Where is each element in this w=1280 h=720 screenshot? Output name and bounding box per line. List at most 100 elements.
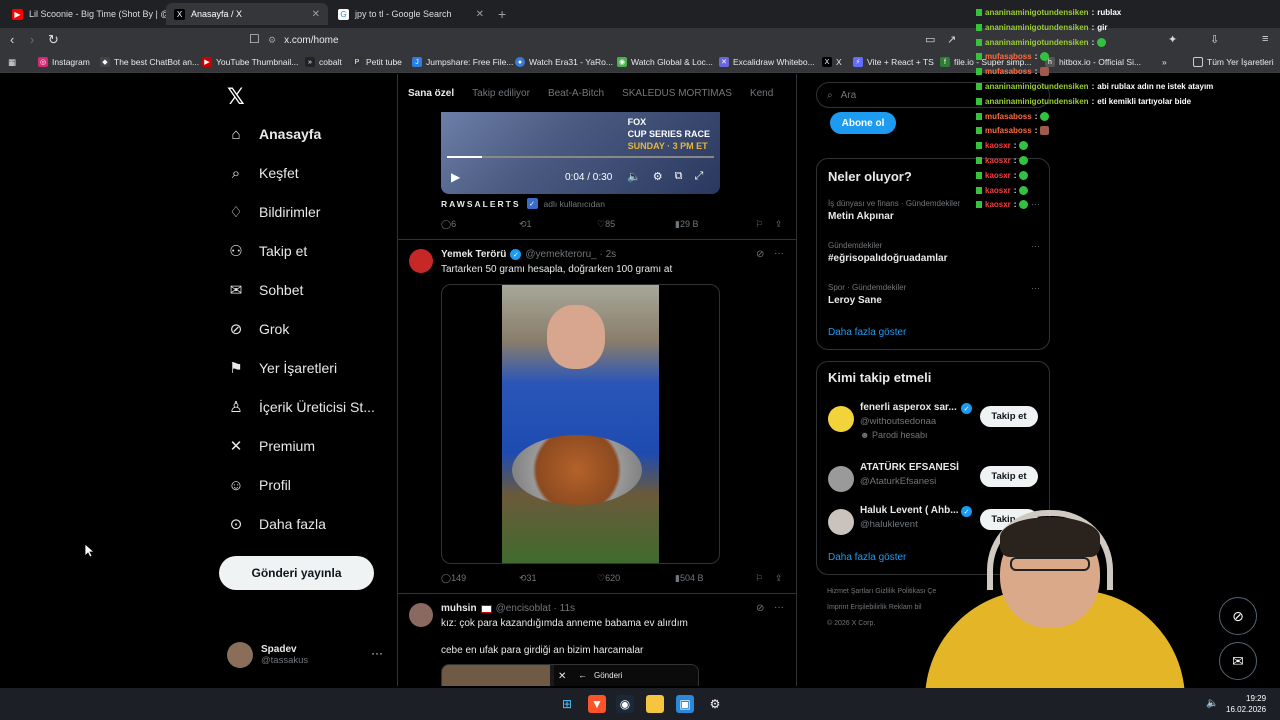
bookmark-petit-tube[interactable]: P Petit tube — [352, 57, 402, 67]
avatar[interactable] — [409, 603, 433, 627]
site-info-icon[interactable]: ⚙ — [268, 35, 276, 46]
volume-icon[interactable]: 🔈 — [627, 170, 641, 183]
grok-icon[interactable]: ⊘ — [756, 603, 764, 614]
more-options-icon[interactable]: ··· — [371, 646, 383, 660]
bookmark-instagram[interactable]: ◎ Instagram — [38, 57, 90, 67]
downloads-icon[interactable]: ⇩ — [1210, 33, 1219, 46]
nav-item-more[interactable]: ⊙ Daha fazla — [227, 515, 326, 533]
nav-item-profile[interactable]: ☺ Profil — [227, 476, 291, 494]
bookmark-excalidraw[interactable]: ✕ Excalidraw Whitebo... — [719, 57, 815, 67]
attribution-user[interactable]: RAWSALERTS — [441, 199, 521, 209]
brave-icon[interactable]: ▼ — [588, 695, 606, 713]
bookmark-vite[interactable]: ⚡ Vite + React + TS — [853, 57, 934, 67]
views-button[interactable]: ▮ 29 B — [675, 219, 698, 230]
volume-icon[interactable]: 🔈 — [1206, 698, 1218, 709]
grok-icon[interactable]: ⊘ — [756, 249, 764, 260]
extensions-icon[interactable]: ✦ — [1168, 33, 1177, 46]
discord-like-icon[interactable]: ⚙ — [706, 695, 724, 713]
nav-item-grok[interactable]: ⊘ Grok — [227, 320, 290, 338]
close-tab-icon[interactable]: ✕ — [312, 9, 320, 20]
back-icon[interactable]: ‹ — [10, 32, 14, 47]
bookmark-jumpshare[interactable]: J Jumpshare: Free File... — [412, 57, 513, 67]
bookmark-era31[interactable]: ● Watch Era31 - YaRo... — [515, 57, 613, 67]
address-bar[interactable]: ⚙ x.com/home — [268, 31, 908, 50]
share-button[interactable]: ⇪ — [775, 219, 783, 230]
reload-icon[interactable]: ↻ — [48, 32, 59, 48]
steam-icon[interactable]: ◉ — [616, 695, 634, 713]
x-logo-icon[interactable]: 𝕏 — [227, 84, 245, 110]
post-media[interactable]: ✕ ← Gönderi — [441, 664, 699, 686]
nav-item-chat[interactable]: ✉ Sohbet — [227, 281, 304, 299]
show-more-accounts[interactable]: Daha fazla göster — [828, 552, 906, 563]
follow-button[interactable]: Takip et — [980, 406, 1038, 427]
all-bookmarks[interactable]: Tüm Yer İşaretleri — [1193, 57, 1274, 67]
cast-icon[interactable]: ▭ — [925, 33, 935, 46]
reply-button[interactable]: ◯ 6 — [441, 219, 456, 230]
author-handle[interactable]: @yemekteroru_ · 2s — [525, 249, 616, 260]
follow-button[interactable]: Takip et — [980, 466, 1038, 487]
video-player[interactable]: FOX CUP SERIES RACE SUNDAY · 3 PM ET ▶ 0… — [441, 112, 720, 194]
video-progress-bar[interactable] — [447, 156, 714, 158]
nav-item-notifications[interactable]: ♢ Bildirimler — [227, 203, 320, 221]
system-clock[interactable]: 19:29 16.02.2026 — [1226, 693, 1266, 715]
forward-icon[interactable]: › — [30, 32, 34, 47]
subscribe-button[interactable]: Abone ol — [830, 112, 896, 134]
nav-item-follow[interactable]: ⚇ Takip et — [227, 242, 307, 260]
suggested-account[interactable]: fenerli asperox sar... ✓ @withoutsedonaa… — [828, 402, 1040, 442]
like-button[interactable]: ♡ 85 — [597, 219, 615, 230]
reply-button[interactable]: ◯ 149 — [441, 573, 466, 584]
more-options-icon[interactable]: ··· — [774, 602, 784, 613]
more-options-icon[interactable]: ··· — [1031, 199, 1040, 209]
nav-item-bookmarks[interactable]: ⚑ Yer İşaretleri — [227, 359, 337, 377]
author-handle[interactable]: @encisoblat · 11s — [496, 603, 575, 614]
post-button[interactable]: Gönderi yayınla — [219, 556, 374, 590]
close-tab-icon[interactable]: ✕ — [476, 9, 484, 20]
post-video[interactable] — [441, 284, 720, 564]
repost-button[interactable]: ⟲ 31 — [519, 573, 537, 584]
repost-button[interactable]: ⟲ 1 — [519, 219, 532, 230]
like-button[interactable]: ♡ 620 — [597, 573, 620, 584]
author-name[interactable]: Yemek Terörü — [441, 249, 506, 260]
share-icon[interactable]: ↗ — [947, 33, 956, 46]
folder-icon[interactable] — [646, 695, 664, 713]
more-options-icon[interactable]: ··· — [1031, 241, 1040, 251]
browser-tab-google[interactable]: G jpy to tl - Google Search ✕ — [330, 3, 492, 25]
nav-item-home[interactable]: ⌂ Anasayfa — [227, 125, 321, 143]
bookmark-page-icon[interactable]: ☐ — [249, 32, 260, 46]
nav-item-creator-studio[interactable]: ♙ İçerik Üreticisi St... — [227, 398, 375, 416]
bookmark-global[interactable]: ◉ Watch Global & Loc... — [617, 57, 713, 67]
more-options-icon[interactable]: ··· — [774, 248, 784, 259]
tab-for-you[interactable]: Sana özel — [408, 88, 454, 99]
tab-kend[interactable]: Kend — [750, 88, 773, 99]
bookmark-x[interactable]: XX — [822, 57, 842, 67]
tab-following[interactable]: Takip ediliyor — [472, 88, 530, 99]
menu-icon[interactable]: ≡ — [1262, 33, 1268, 45]
browser-tab-x[interactable]: X Anasayfa / X ✕ — [166, 3, 328, 25]
picture-in-picture-icon[interactable]: ⧉ — [675, 170, 683, 183]
browser-tab-youtube[interactable]: ▶ Lil Scoonie - Big Time (Shot By | @ey — [4, 3, 166, 25]
bookmark-button[interactable]: ⚐ — [755, 573, 763, 584]
windows-start-icon[interactable]: ⊞ — [558, 695, 576, 713]
avatar[interactable] — [409, 249, 433, 273]
settings-icon[interactable]: ⚙ — [653, 170, 663, 183]
fullscreen-icon[interactable]: ⤢ — [694, 170, 703, 183]
nav-item-premium[interactable]: ✕ Premium — [227, 437, 315, 455]
trend-item[interactable]: Gündemdekiler #eğrisopalıdoğruadamlar ··… — [828, 241, 1040, 264]
share-button[interactable]: ⇪ — [775, 573, 783, 584]
more-options-icon[interactable]: ··· — [1031, 283, 1040, 293]
grok-floating-button[interactable]: ⊘ — [1219, 597, 1257, 635]
apps-icon[interactable]: ▦ — [8, 57, 16, 68]
play-icon[interactable]: ▶ — [451, 170, 460, 184]
more-bookmarks-icon[interactable]: » — [1162, 57, 1167, 67]
show-more-trends[interactable]: Daha fazla göster — [828, 327, 906, 338]
messages-floating-button[interactable]: ✉ — [1219, 642, 1257, 680]
bookmark-button[interactable]: ⚐ — [755, 219, 763, 230]
nav-item-explore[interactable]: ⌕ Keşfet — [227, 164, 299, 182]
tab-beat-a-bitch[interactable]: Beat-A-Bitch — [548, 88, 604, 99]
tab-skaledus-mortimas[interactable]: SKALEDUS MORTIMAS — [622, 88, 732, 99]
views-button[interactable]: ▮ 504 B — [675, 573, 703, 584]
author-name[interactable]: muhsin — [441, 603, 477, 614]
bookmark-cobalt[interactable]: » cobalt — [305, 57, 342, 67]
new-tab-icon[interactable]: + — [498, 6, 506, 22]
account-switcher[interactable]: Spadev @tassakus ··· — [227, 642, 383, 668]
